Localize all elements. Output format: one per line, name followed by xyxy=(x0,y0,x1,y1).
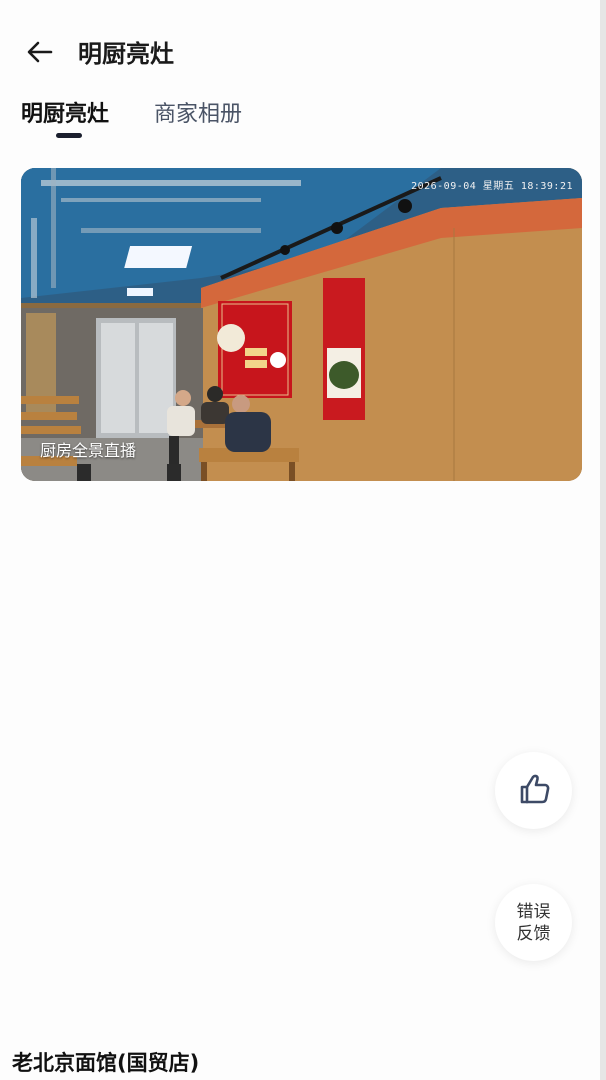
active-tab-indicator xyxy=(56,133,82,138)
page-title: 明厨亮灶 xyxy=(78,40,174,68)
error-feedback-button[interactable]: 错误 反馈 xyxy=(495,884,572,961)
thumbs-up-icon xyxy=(515,770,553,812)
page: 明厨亮灶 明厨亮灶 商家相册 2026-09-04 星期五 18:39:21 厨… xyxy=(0,0,606,1080)
video-caption: 厨房全景直播 xyxy=(40,441,137,460)
store-name: 老北京面馆(国贸店) xyxy=(12,1051,200,1075)
video-timestamp: 2026-09-04 星期五 18:39:21 xyxy=(411,181,573,192)
tab-merchant-album[interactable]: 商家相册 xyxy=(154,100,242,130)
feedback-label-line1: 错误 xyxy=(516,901,551,922)
kitchen-live-video[interactable]: 2026-09-04 星期五 18:39:21 厨房全景直播 xyxy=(21,168,582,481)
like-button[interactable] xyxy=(495,752,572,829)
tab-kitchen-live[interactable]: 明厨亮灶 xyxy=(21,100,109,130)
feedback-label-line2: 反馈 xyxy=(516,923,551,944)
scroll-edge xyxy=(600,0,606,1080)
header-bar: 明厨亮灶 xyxy=(0,30,606,78)
video-frame-image xyxy=(21,168,582,481)
arrow-left-icon xyxy=(25,37,55,71)
back-button[interactable] xyxy=(22,36,58,72)
